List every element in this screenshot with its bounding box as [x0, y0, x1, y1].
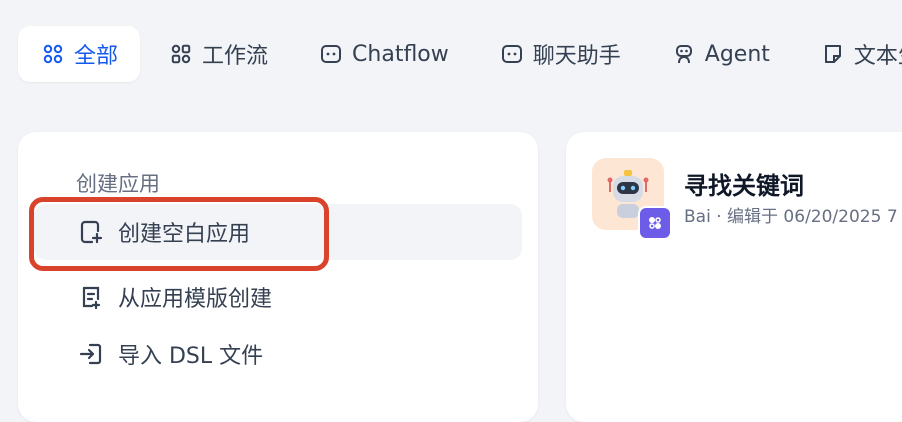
- create-app-card: 创建应用 创建空白应用 从应用模版创建 导入 DSL 文件: [18, 132, 538, 422]
- tab-label: Agent: [704, 41, 770, 67]
- blank-app-icon: [78, 219, 104, 245]
- app-card[interactable]: 寻找关键词 Bai · 编辑于 06/20/2025 7: [566, 132, 902, 422]
- create-blank-app-button[interactable]: 创建空白应用: [34, 204, 522, 260]
- tab-chatflow[interactable]: Chatflow: [296, 26, 471, 82]
- workflow-icon: [170, 43, 192, 65]
- app-meta: Bai · 编辑于 06/20/2025 7: [684, 202, 898, 227]
- agent-icon: [673, 43, 695, 65]
- create-from-template-label: 从应用模版创建: [118, 287, 273, 312]
- tab-label: 文本生成: [853, 44, 902, 69]
- tab-workflow[interactable]: 工作流: [146, 26, 290, 82]
- app-edited-time: 编辑于 06/20/2025 7: [727, 207, 898, 227]
- tab-agent[interactable]: Agent: [649, 26, 792, 82]
- import-dsl-label: 导入 DSL 文件: [118, 344, 264, 369]
- import-icon: [78, 341, 104, 367]
- chat-assistant-icon: [501, 43, 523, 65]
- text-generation-icon: [822, 43, 844, 65]
- app-title: 寻找关键词: [684, 172, 804, 200]
- tab-label: 全部: [74, 44, 119, 69]
- tab-label: 聊天助手: [532, 44, 621, 69]
- template-icon: [78, 284, 104, 310]
- tab-chat-assistant[interactable]: 聊天助手: [477, 26, 643, 82]
- tab-label: Chatflow: [352, 41, 449, 67]
- chatflow-icon: [320, 43, 342, 65]
- tab-label: 工作流: [202, 44, 269, 69]
- create-blank-app-label: 创建空白应用: [118, 222, 251, 247]
- app-type-tabs: 全部 工作流 Chatflow 聊天助手 Agent 文本生成: [18, 26, 902, 82]
- import-dsl-button[interactable]: 导入 DSL 文件: [34, 326, 522, 382]
- app-author: Bai: [684, 207, 711, 227]
- create-from-template-button[interactable]: 从应用模版创建: [34, 269, 522, 325]
- create-section-label: 创建应用: [76, 172, 160, 196]
- tab-text-generation[interactable]: 文本生成: [798, 26, 902, 82]
- tab-all[interactable]: 全部: [18, 26, 141, 82]
- chatflow-badge-icon: [638, 206, 672, 240]
- meta-separator: ·: [716, 207, 722, 227]
- grid-icon: [42, 43, 64, 65]
